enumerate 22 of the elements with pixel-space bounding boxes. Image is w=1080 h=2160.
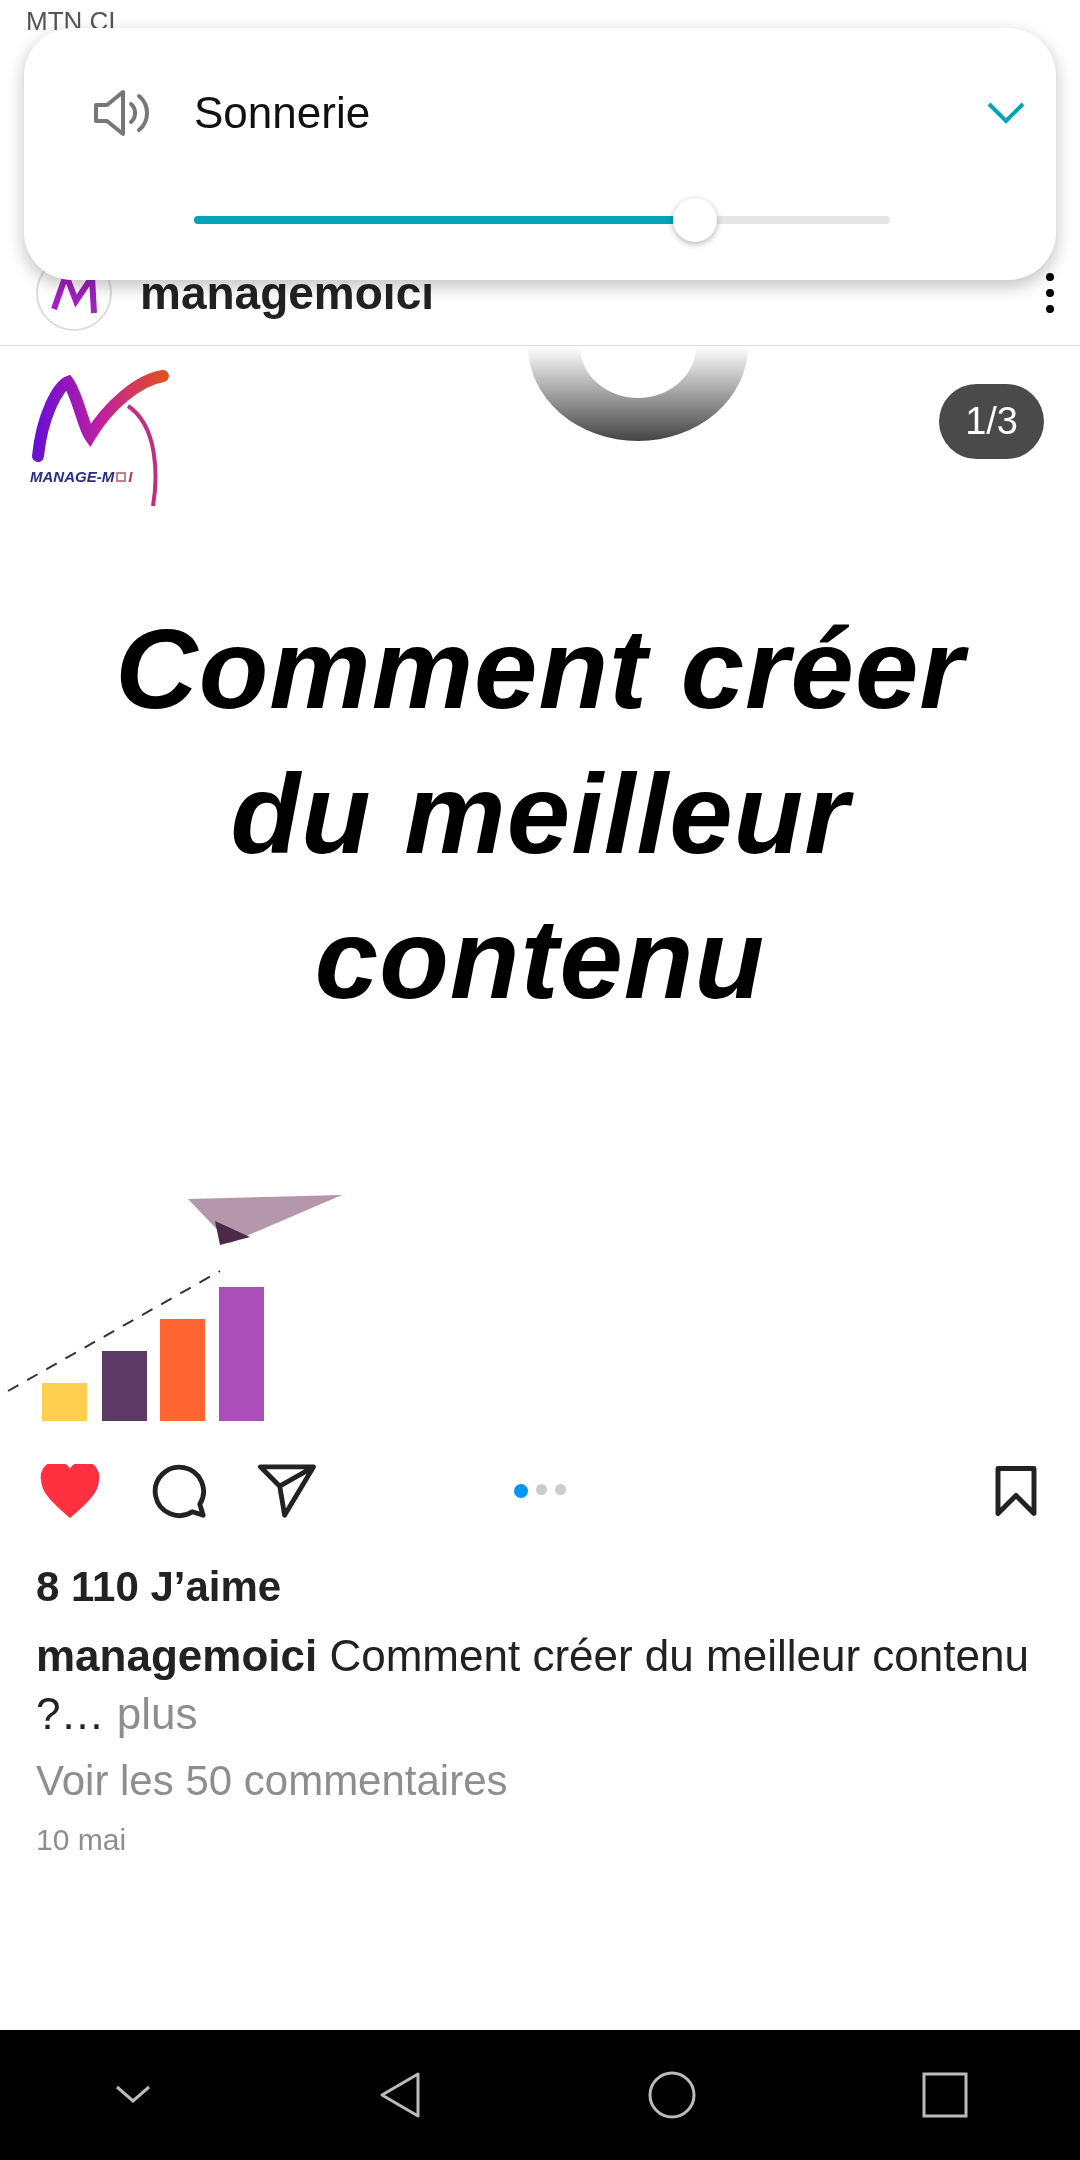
logo-text: MANAGE-M <box>30 468 115 485</box>
expand-icon[interactable] <box>986 101 1026 125</box>
volume-label: Sonnerie <box>194 88 372 138</box>
chart-bar <box>42 1383 87 1421</box>
slider-thumb[interactable] <box>673 198 718 242</box>
comment-icon[interactable] <box>150 1462 208 1520</box>
chart-bar <box>102 1351 147 1421</box>
more-options-icon[interactable] <box>1044 270 1056 315</box>
send-icon[interactable] <box>258 1464 316 1518</box>
comments-link[interactable]: Voir les 50 commentaires <box>36 1757 1044 1805</box>
likes-count: 8 110 J’aime <box>36 1563 283 1611</box>
logo-text: I <box>128 468 133 485</box>
post-date: 10 mai <box>36 1823 128 1857</box>
slide-counter: 1/3 <box>939 384 1044 459</box>
square-icon <box>116 471 127 482</box>
volume-slider[interactable] <box>194 198 890 242</box>
post-caption: managemoici Comment créer du meilleur contenu ?… plus <box>36 1630 1030 1740</box>
more-link[interactable]: plus <box>116 1689 198 1738</box>
heart-icon[interactable] <box>40 1464 100 1518</box>
recents-icon[interactable] <box>921 2072 968 2118</box>
home-icon[interactable] <box>646 2070 697 2120</box>
post-title: contenu <box>314 894 766 1024</box>
